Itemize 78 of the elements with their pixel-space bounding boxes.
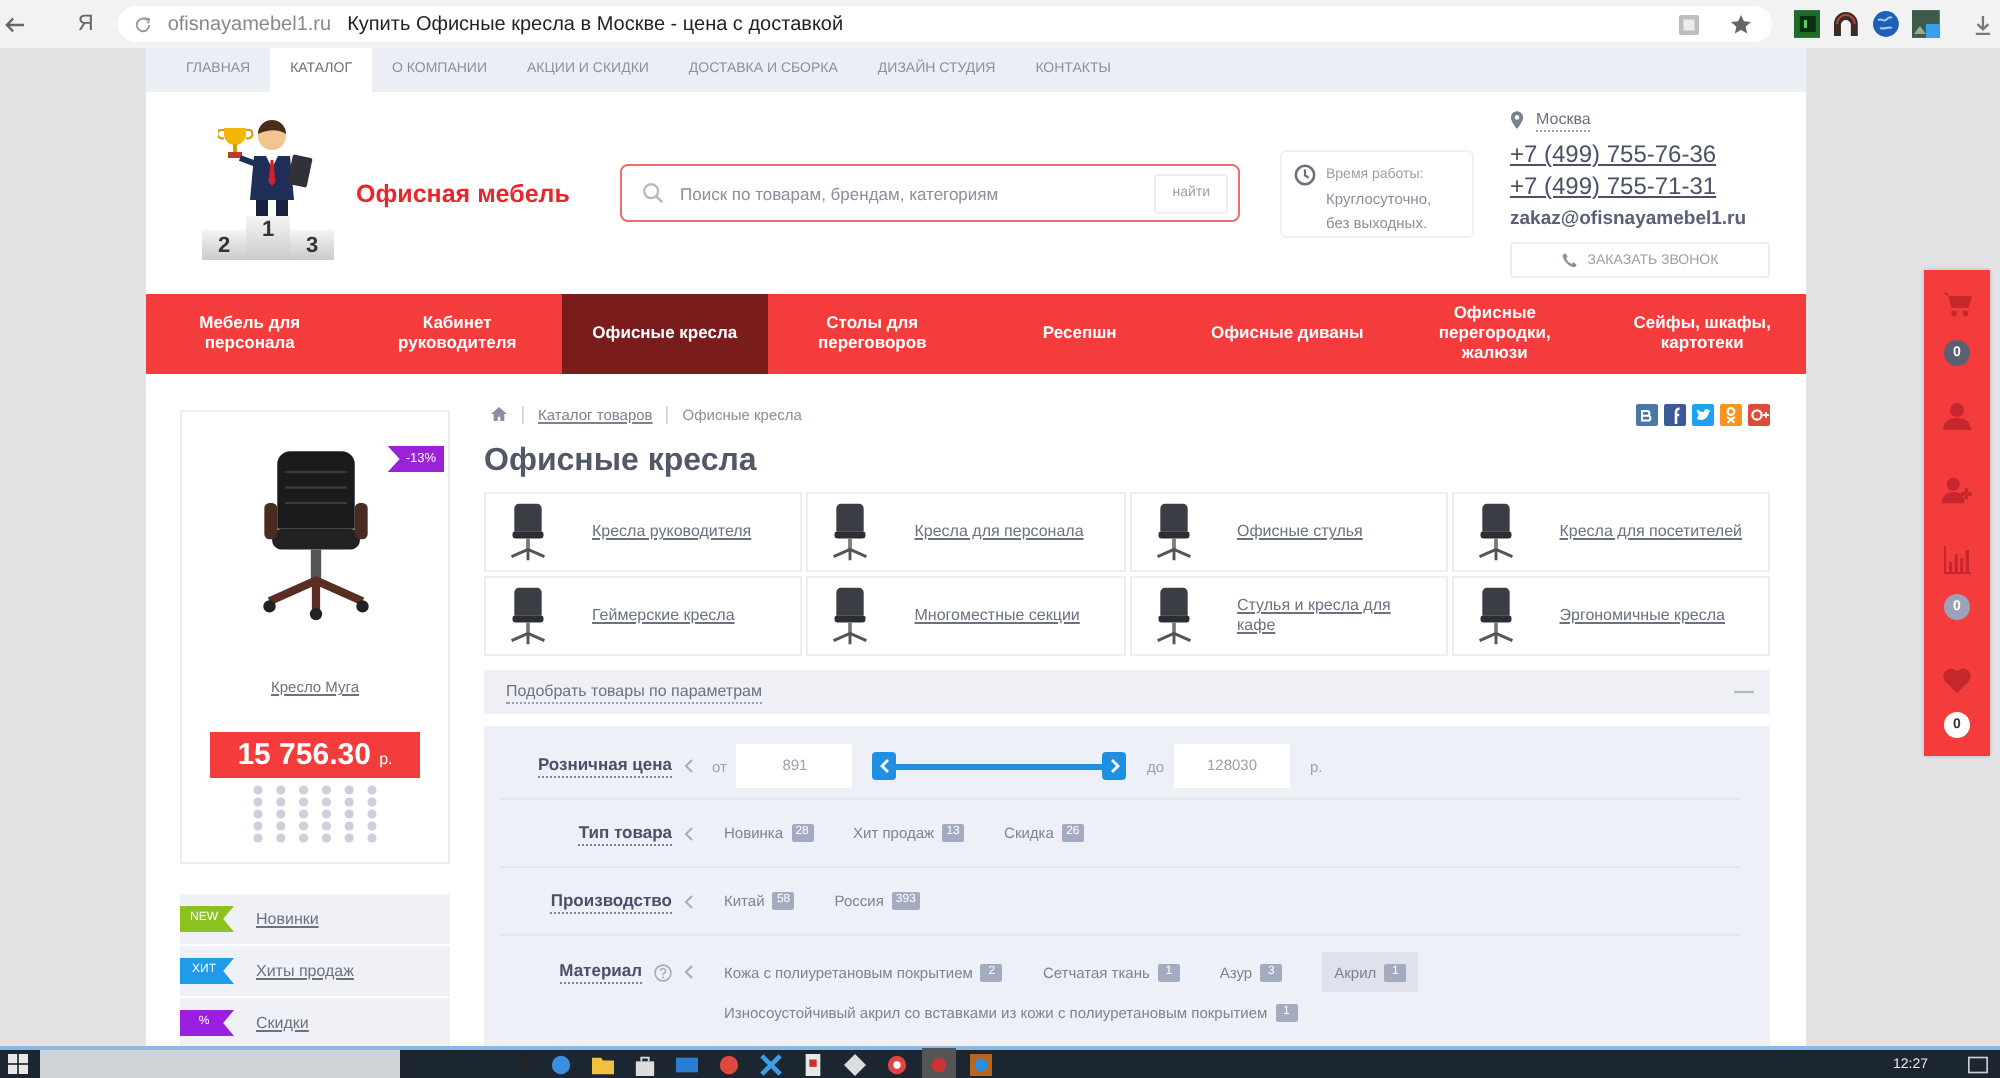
filter-toggle-link[interactable]: Подобрать товары по параметрам: [506, 681, 762, 703]
phone-link[interactable]: +7 (499) 755-76-36: [1510, 138, 1717, 170]
subcategory-link[interactable]: Кресла руководителя: [592, 522, 788, 542]
subcategory-link[interactable]: Геймерские кресла: [592, 606, 788, 626]
slider-handle[interactable]: [1102, 752, 1127, 780]
back-arrow-icon[interactable]: [4, 15, 26, 33]
chair-image[interactable]: [828, 585, 873, 647]
category-tab[interactable]: Офисные кресла: [561, 294, 769, 374]
businessman-trophy-icon: [218, 116, 318, 220]
chevron-left-icon: [684, 964, 694, 980]
share-icon[interactable]: [1692, 403, 1714, 425]
subcategory-link[interactable]: Кресла для посетителей: [1559, 522, 1756, 542]
category-tab[interactable]: Офисные диваны: [1183, 294, 1391, 374]
chair-image[interactable]: [1473, 585, 1518, 647]
document-icon[interactable]: [802, 1053, 824, 1075]
category-tab[interactable]: Мебель для персонала: [146, 294, 354, 374]
taskbar-search-field[interactable]: [40, 1050, 400, 1078]
share-icon[interactable]: [1664, 403, 1686, 425]
clock-icon: [1294, 163, 1316, 185]
chevron-left-icon: [684, 893, 694, 909]
mail-icon[interactable]: [676, 1053, 698, 1075]
filter-label[interactable]: Тип товара: [578, 821, 672, 845]
phone-link[interactable]: +7 (499) 755-71-31: [1510, 170, 1717, 202]
phone-icon: [1561, 252, 1578, 268]
share-icon[interactable]: [1636, 403, 1658, 425]
search-icon: [642, 182, 664, 204]
category-tab[interactable]: Ресепшн: [976, 294, 1184, 374]
folder-icon[interactable]: [592, 1053, 614, 1075]
category-tab[interactable]: Сейфы, шкафы, картотеки: [1598, 294, 1806, 374]
chair-image[interactable]: [1473, 501, 1518, 563]
arch-icon[interactable]: [1832, 10, 1861, 38]
browser-logo[interactable]: Я: [75, 12, 96, 36]
podium-step: 1: [246, 216, 290, 260]
star-icon[interactable]: [1729, 13, 1752, 35]
filter-label[interactable]: Материал: [559, 960, 642, 984]
category-tab[interactable]: Офисные перегородки, жалюзи: [1391, 294, 1599, 374]
subcategory-link[interactable]: Многоместные секции: [914, 606, 1111, 626]
city-link[interactable]: Москва: [1536, 109, 1591, 131]
notification-icon[interactable]: [1968, 1055, 1988, 1073]
subcategory-link[interactable]: Кресла для персонала: [914, 522, 1111, 542]
extension-icon[interactable]: [1793, 10, 1821, 38]
subcategory-link[interactable]: Офисные стулья: [1237, 522, 1433, 542]
filter-label[interactable]: Производство: [550, 889, 672, 913]
globe-icon[interactable]: [1872, 10, 1901, 38]
address-bar[interactable]: ofisnayamebel1.ru Купить Офисные кресла в Москве - цена с доставкой: [117, 6, 1772, 42]
chair-image[interactable]: [828, 501, 873, 563]
price-slider[interactable]: [872, 752, 1127, 780]
chair-image[interactable]: [1151, 585, 1195, 647]
price-tag: 15 756.30 р.: [210, 732, 420, 778]
windows-icon[interactable]: [8, 1054, 28, 1074]
share-icon[interactable]: [1748, 403, 1770, 425]
location-pin-icon: [1510, 110, 1524, 130]
site-name[interactable]: Офисная мебель: [356, 179, 620, 207]
subcategory-link[interactable]: Стулья и кресла для кафе: [1237, 596, 1433, 636]
category-tab[interactable]: Кабинет руководителя: [353, 294, 561, 374]
podium-step: 2: [202, 230, 246, 260]
chevron-left-icon: [684, 825, 694, 841]
subcategory-link[interactable]: Эргономичные кресла: [1559, 606, 1756, 626]
filter-label[interactable]: Розничная цена: [537, 754, 672, 778]
slider-handle[interactable]: [872, 752, 897, 780]
chair-image[interactable]: [506, 501, 550, 563]
chair-image[interactable]: [1151, 501, 1195, 563]
download-icon[interactable]: [1974, 13, 1993, 35]
bag-icon[interactable]: [634, 1053, 656, 1075]
chair-image[interactable]: [506, 585, 550, 647]
dot-grid-drawing: [249, 784, 381, 844]
reload-icon[interactable]: [133, 15, 152, 33]
category-tab[interactable]: Столы для переговоров: [768, 294, 976, 374]
podium-step: 3: [290, 230, 334, 260]
home-icon[interactable]: [490, 406, 508, 422]
chevron-left-icon: [879, 758, 890, 774]
image-icon[interactable]: [1912, 10, 1941, 38]
email-link[interactable]: zakaz@ofisnayamebel1.ru: [1510, 204, 1747, 234]
page-heading: Офисные кресла: [484, 442, 759, 482]
chevron-right-icon: [1109, 758, 1120, 774]
app-icon[interactable]: [886, 1053, 908, 1075]
chevron-left-icon: [684, 758, 694, 774]
app-icon[interactable]: [844, 1053, 866, 1075]
